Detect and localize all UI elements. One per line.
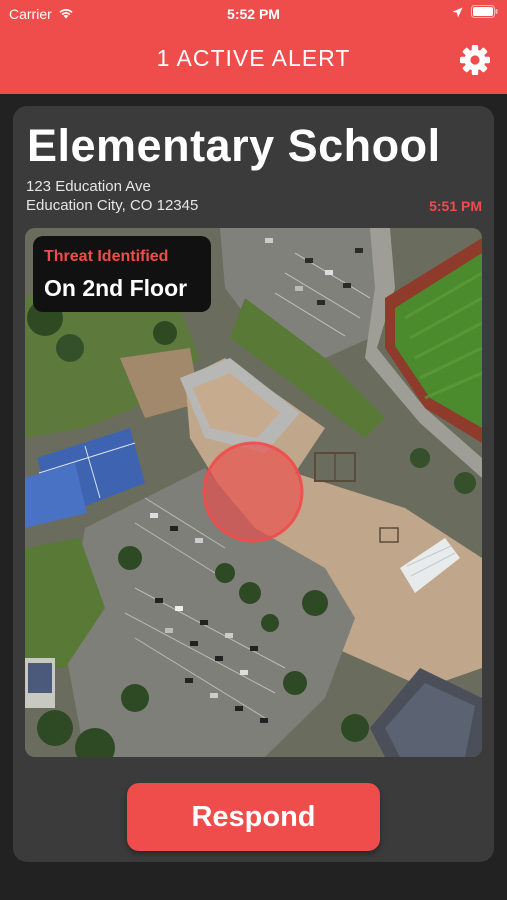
satellite-map[interactable]: Threat Identified On 2nd Floor (25, 228, 482, 757)
alert-time: 5:51 PM (429, 198, 482, 214)
gear-icon (460, 45, 490, 75)
app-screen: Carrier 5:52 PM 1 ACTIVE ALERT Elementar… (0, 0, 507, 900)
address-line-2: Education City, CO 12345 (26, 197, 199, 214)
battery-icon (471, 5, 498, 21)
status-right (452, 5, 498, 21)
threat-location-marker (202, 441, 304, 543)
address-line-1: 123 Education Ave (26, 178, 151, 195)
settings-button[interactable] (459, 44, 491, 76)
threat-callout: Threat Identified On 2nd Floor (33, 236, 211, 312)
threat-location: On 2nd Floor (44, 275, 188, 301)
respond-button[interactable]: Respond (127, 783, 380, 851)
status-bar: Carrier 5:52 PM (0, 0, 507, 28)
active-alert-title: 1 ACTIVE ALERT (156, 45, 351, 71)
location-arrow-icon (452, 5, 463, 21)
threat-label: Threat Identified (44, 248, 169, 265)
header: Carrier 5:52 PM 1 ACTIVE ALERT (0, 0, 507, 94)
school-name: Elementary School (27, 120, 441, 171)
alert-card: Elementary School 123 Education Ave Educ… (13, 106, 494, 862)
status-time: 5:52 PM (227, 6, 280, 22)
